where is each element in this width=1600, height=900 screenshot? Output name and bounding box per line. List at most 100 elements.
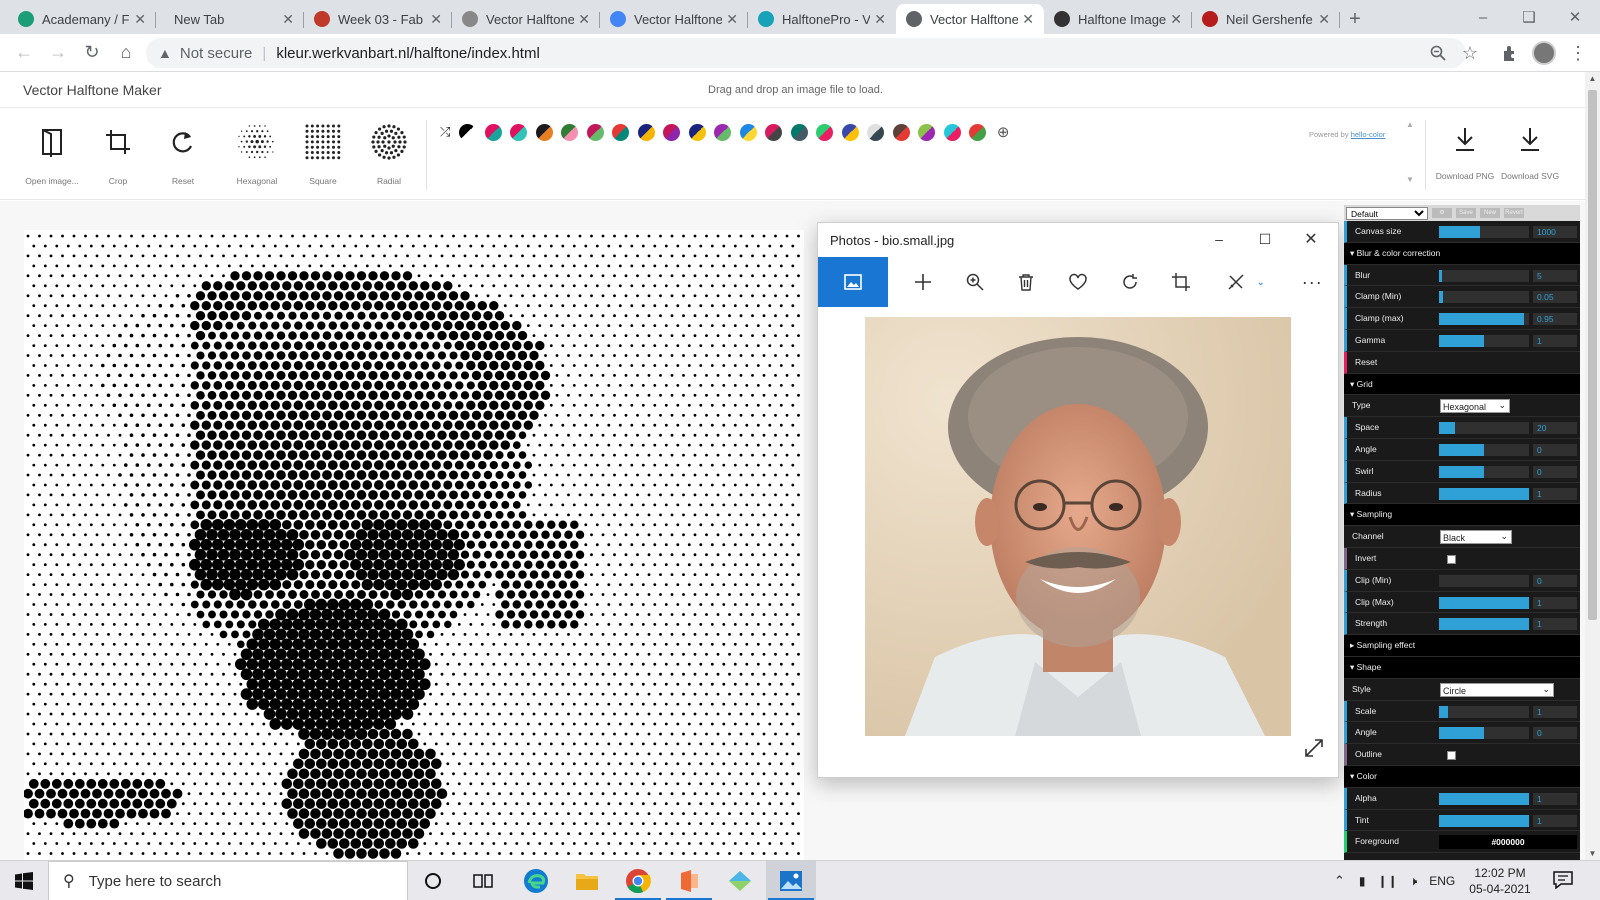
more-options-button[interactable]: ··· xyxy=(1286,257,1338,307)
slider[interactable] xyxy=(1439,269,1529,282)
color-swatch[interactable] xyxy=(663,123,681,141)
number-input[interactable]: 5 xyxy=(1533,269,1577,282)
task-view-button[interactable] xyxy=(458,861,508,900)
git-app[interactable] xyxy=(715,861,765,900)
control-blur[interactable]: Blur 5 xyxy=(1344,264,1580,287)
open-image-button[interactable]: Open image... xyxy=(20,122,84,186)
browser-tab[interactable]: Vector Halftone ✕ xyxy=(600,4,748,34)
browser-tab[interactable]: Halftone Image ✕ xyxy=(1044,4,1192,34)
control-clamp-max[interactable]: Clamp (max) 0.95 xyxy=(1344,308,1580,330)
color-swatch[interactable] xyxy=(969,123,987,141)
cortana-button[interactable] xyxy=(408,861,458,900)
color-swatch[interactable] xyxy=(790,123,808,141)
zoom-icon[interactable] xyxy=(1422,37,1454,69)
browser-tab[interactable]: New Tab ✕ xyxy=(156,4,304,34)
wifi-icon[interactable]: ❙❙ xyxy=(1378,874,1398,888)
slider[interactable] xyxy=(1439,574,1529,587)
hello-color-link[interactable]: hello-color xyxy=(1351,130,1386,139)
taskbar-search[interactable]: ⚲ Type here to search xyxy=(48,861,408,900)
slider[interactable] xyxy=(1439,814,1529,827)
slider[interactable] xyxy=(1439,792,1529,805)
dropdown[interactable]: Hexagonal ⌄ xyxy=(1440,399,1510,414)
number-input[interactable]: 1 xyxy=(1533,487,1577,500)
fullscreen-button[interactable] xyxy=(1304,738,1324,763)
scroll-down-icon[interactable]: ▼ xyxy=(1585,849,1600,858)
bookmark-star-icon[interactable]: ☆ xyxy=(1454,37,1486,69)
download-png-button[interactable]: Download PNG xyxy=(1433,126,1497,181)
close-tab-icon[interactable]: ✕ xyxy=(874,11,886,28)
battery-icon[interactable]: ▮ xyxy=(1359,874,1366,888)
address-bar[interactable]: ▲ Not secure | kleur.werkvanbart.nl/half… xyxy=(146,38,1466,68)
browser-menu-icon[interactable]: ⋮ xyxy=(1562,37,1594,69)
slider[interactable] xyxy=(1439,422,1529,435)
control-type[interactable]: Type Hexagonal ⌄ xyxy=(1344,395,1580,418)
crop-button[interactable]: Crop xyxy=(86,122,150,186)
office-app[interactable] xyxy=(664,861,714,900)
scrollbar-thumb[interactable] xyxy=(1588,90,1597,620)
checkbox[interactable] xyxy=(1447,554,1456,564)
number-input[interactable]: 1 xyxy=(1533,334,1577,347)
browser-tab[interactable]: Academany / F ✕ xyxy=(8,4,156,34)
color-swatch[interactable] xyxy=(459,123,477,141)
new-tab-button[interactable]: + xyxy=(1340,4,1370,34)
color-input[interactable]: #000000 xyxy=(1439,835,1577,850)
number-input[interactable]: 1 xyxy=(1533,792,1577,805)
close-tab-icon[interactable]: ✕ xyxy=(134,11,146,28)
control-clip-min[interactable]: Clip (Min) 0 xyxy=(1344,569,1580,592)
browser-tab[interactable]: Vector Halftone ✕ xyxy=(896,4,1044,34)
slider[interactable] xyxy=(1439,313,1529,326)
halftone-canvas[interactable] xyxy=(24,230,804,860)
slider[interactable] xyxy=(1439,334,1529,347)
control-channel[interactable]: Channel Black ⌄ xyxy=(1344,526,1580,548)
control-reset[interactable]: Reset xyxy=(1344,351,1580,374)
close-tab-icon[interactable]: ✕ xyxy=(430,11,442,28)
back-icon[interactable]: ← xyxy=(8,37,40,69)
photos-close-button[interactable]: ✕ xyxy=(1288,227,1334,251)
control-angle[interactable]: Angle 0 xyxy=(1344,438,1580,461)
close-tab-icon[interactable]: ✕ xyxy=(282,11,294,28)
color-swatch[interactable] xyxy=(484,123,502,141)
folder-color[interactable]: Color xyxy=(1344,765,1580,788)
browser-tab[interactable]: Neil Gershenfe ✕ xyxy=(1192,4,1340,34)
number-input[interactable]: 1 xyxy=(1533,596,1577,609)
slider[interactable] xyxy=(1439,705,1529,718)
control-swirl[interactable]: Swirl 0 xyxy=(1344,460,1580,483)
add-palette-icon[interactable]: ⊕ xyxy=(997,123,1010,141)
add-button[interactable] xyxy=(897,257,949,307)
delete-button[interactable] xyxy=(1001,257,1053,307)
color-swatch[interactable] xyxy=(510,123,528,141)
slider[interactable] xyxy=(1439,465,1529,478)
scroll-down-icon[interactable]: ▼ xyxy=(1405,175,1415,184)
close-tab-icon[interactable]: ✕ xyxy=(1022,11,1034,28)
control-outline[interactable]: Outline xyxy=(1344,744,1580,766)
control-canvas-size[interactable]: Canvas size 1000 xyxy=(1344,221,1580,243)
browser-tab[interactable]: Vector Halftone ✕ xyxy=(452,4,600,34)
download-svg-button[interactable]: Download SVG xyxy=(1498,126,1562,181)
color-swatch[interactable] xyxy=(714,123,732,141)
minimize-window-button[interactable]: – xyxy=(1460,0,1506,34)
slider[interactable] xyxy=(1439,291,1529,304)
color-swatch[interactable] xyxy=(688,123,706,141)
color-swatch[interactable] xyxy=(892,123,910,141)
number-input[interactable]: 0.05 xyxy=(1533,291,1577,304)
number-input[interactable]: 20 xyxy=(1533,422,1577,435)
checkbox[interactable] xyxy=(1447,751,1456,761)
browser-tab[interactable]: Week 03 - Fab ✕ xyxy=(304,4,452,34)
folder-grid[interactable]: Grid xyxy=(1344,373,1580,396)
edit-button[interactable]: ⌄ xyxy=(1211,257,1280,307)
page-scrollbar[interactable]: ▲ ▼ xyxy=(1585,72,1600,860)
number-input[interactable]: 0 xyxy=(1533,727,1577,740)
rotate-button[interactable] xyxy=(1104,257,1156,307)
control-strength[interactable]: Strength 1 xyxy=(1344,613,1580,636)
chrome-app[interactable] xyxy=(613,861,663,900)
color-swatch[interactable] xyxy=(918,123,936,141)
new-preset-button[interactable]: New xyxy=(1480,208,1500,218)
shuffle-icon[interactable]: ⤮ xyxy=(440,124,450,140)
folder-sampling-effect[interactable]: Sampling effect xyxy=(1344,635,1580,657)
slider[interactable] xyxy=(1439,727,1529,740)
number-input[interactable]: 0.95 xyxy=(1533,313,1577,326)
photos-maximize-button[interactable]: ☐ xyxy=(1242,227,1288,251)
reset-button[interactable]: Reset xyxy=(151,122,215,186)
control-radius[interactable]: Radius 1 xyxy=(1344,482,1580,505)
color-swatch[interactable] xyxy=(867,123,885,141)
